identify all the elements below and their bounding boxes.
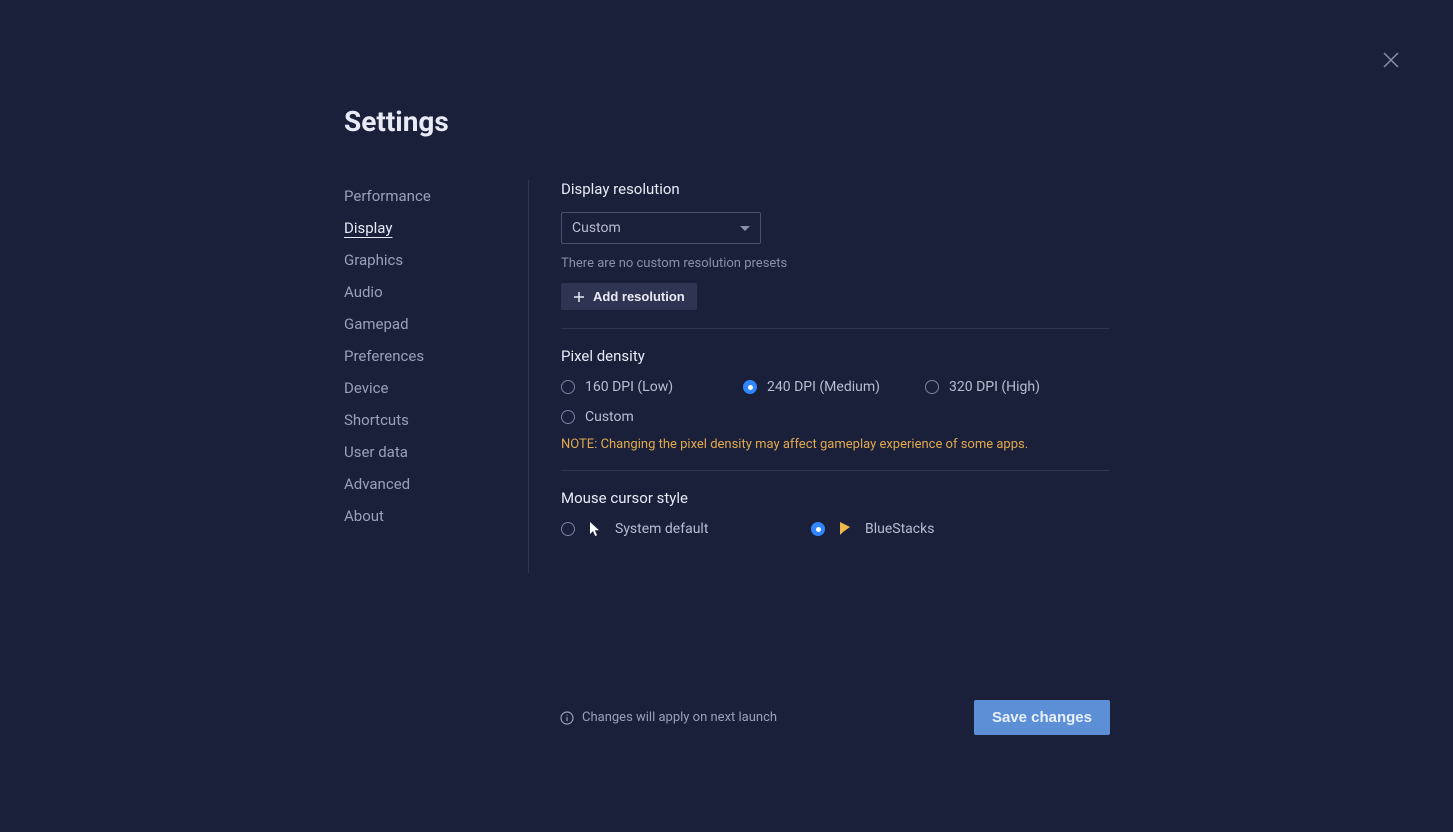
sidebar-item-performance[interactable]: Performance	[344, 180, 508, 212]
resolution-helper-text: There are no custom resolution presets	[561, 256, 1109, 271]
plus-icon	[573, 291, 585, 303]
sidebar-item-graphics[interactable]: Graphics	[344, 244, 508, 276]
cursor-system-icon	[587, 521, 603, 537]
radio-icon	[561, 522, 575, 536]
chevron-down-icon	[740, 226, 750, 231]
section-display-resolution: Display resolution Custom There are no c…	[561, 180, 1109, 329]
cursor-label: System default	[615, 521, 708, 537]
sidebar-item-user-data[interactable]: User data	[344, 436, 508, 468]
footer-info-text: Changes will apply on next launch	[582, 710, 777, 725]
close-button[interactable]	[1379, 48, 1403, 72]
cursor-label: BlueStacks	[865, 521, 934, 537]
radio-label: Custom	[585, 409, 634, 425]
add-resolution-label: Add resolution	[593, 289, 685, 304]
radio-icon	[811, 522, 825, 536]
radio-icon	[561, 380, 575, 394]
page-title: Settings	[344, 105, 1109, 138]
sidebar-item-preferences[interactable]: Preferences	[344, 340, 508, 372]
radio-dpi-custom[interactable]: Custom	[561, 409, 1109, 425]
section-title-cursor: Mouse cursor style	[561, 489, 1109, 507]
footer-bar: Changes will apply on next launch Save c…	[560, 700, 1110, 735]
section-title-resolution: Display resolution	[561, 180, 1109, 198]
radio-cursor-bluestacks[interactable]: BlueStacks	[811, 521, 1061, 537]
radio-dpi-160[interactable]: 160 DPI (Low)	[561, 379, 743, 395]
section-pixel-density: Pixel density 160 DPI (Low) 240 DPI (Med…	[561, 347, 1109, 471]
sidebar-item-display[interactable]: Display	[344, 212, 508, 244]
radio-label: 240 DPI (Medium)	[767, 379, 880, 395]
radio-dpi-320[interactable]: 320 DPI (High)	[925, 379, 1075, 395]
cursor-bluestacks-icon	[837, 521, 853, 537]
resolution-select[interactable]: Custom	[561, 212, 761, 244]
radio-cursor-system-default[interactable]: System default	[561, 521, 811, 537]
sidebar-item-advanced[interactable]: Advanced	[344, 468, 508, 500]
sidebar-item-about[interactable]: About	[344, 500, 508, 532]
add-resolution-button[interactable]: Add resolution	[561, 283, 697, 310]
save-changes-button[interactable]: Save changes	[974, 700, 1110, 735]
radio-icon	[743, 380, 757, 394]
section-title-density: Pixel density	[561, 347, 1109, 365]
sidebar-item-audio[interactable]: Audio	[344, 276, 508, 308]
radio-label: 320 DPI (High)	[949, 379, 1040, 395]
sidebar-item-device[interactable]: Device	[344, 372, 508, 404]
close-icon	[1379, 48, 1403, 72]
settings-sidebar: Performance Display Graphics Audio Gamep…	[344, 180, 529, 573]
section-cursor-style: Mouse cursor style System default	[561, 489, 1109, 555]
radio-icon	[925, 380, 939, 394]
radio-icon	[561, 410, 575, 424]
radio-dpi-240[interactable]: 240 DPI (Medium)	[743, 379, 925, 395]
resolution-select-value: Custom	[572, 220, 621, 236]
sidebar-item-shortcuts[interactable]: Shortcuts	[344, 404, 508, 436]
sidebar-item-gamepad[interactable]: Gamepad	[344, 308, 508, 340]
radio-label: 160 DPI (Low)	[585, 379, 673, 395]
pixel-density-note: NOTE: Changing the pixel density may aff…	[561, 437, 1109, 452]
info-icon	[560, 711, 574, 725]
